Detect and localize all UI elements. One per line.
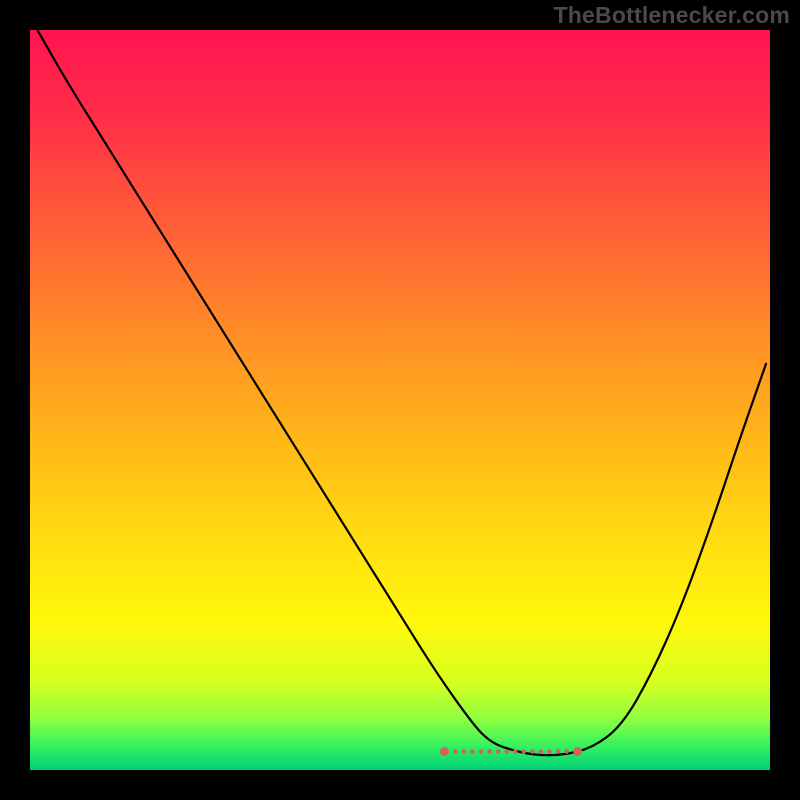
marker-band-dot — [496, 749, 501, 754]
marker-start-dot — [440, 747, 449, 756]
marker-band-dot — [470, 749, 475, 754]
marker-band-dot — [556, 749, 561, 754]
marker-band-dot — [462, 749, 467, 754]
marker-band-dot — [530, 749, 535, 754]
marker-band-dot — [522, 749, 527, 754]
marker-band-dot — [539, 749, 544, 754]
bottleneck-chart — [0, 0, 800, 800]
chart-container: TheBottlenecker.com — [0, 0, 800, 800]
marker-band-dot — [487, 749, 492, 754]
marker-band-dot — [504, 749, 509, 754]
marker-band-dot — [547, 749, 552, 754]
marker-band-dot — [513, 749, 518, 754]
marker-band-dot — [479, 749, 484, 754]
marker-band-dot — [564, 749, 569, 754]
watermark-text: TheBottlenecker.com — [554, 2, 790, 29]
marker-band-dot — [453, 749, 458, 754]
marker-end-dot — [573, 747, 582, 756]
